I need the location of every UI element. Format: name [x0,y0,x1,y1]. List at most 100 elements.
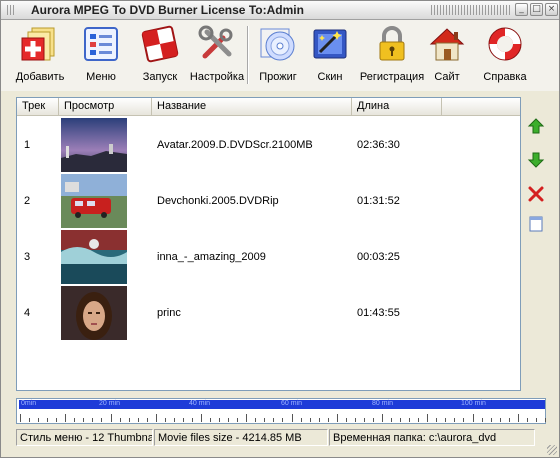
timeline-tick [391,418,393,422]
add-files-icon [21,27,55,61]
status-menu-style: Стиль меню - 12 Thumbnail [16,429,153,446]
skin-button[interactable]: Скин [305,22,355,88]
timeline-tick [418,418,420,422]
timeline-label: 80 min [372,400,394,407]
skin-icon [313,29,347,59]
column-header-preview[interactable]: Просмотр [59,98,152,115]
start-button[interactable]: Запуск [129,22,191,88]
track-length: 01:31:52 [357,195,400,207]
start-icon [141,25,179,63]
timeline-tick [318,418,320,422]
track-name: Avatar.2009.D.DVDScr.2100MB [157,139,313,151]
timeline-tick [83,418,85,422]
timeline-tick [463,418,465,422]
timeline-tick [201,414,202,422]
track-list[interactable]: Трек Просмотр Название Длина 1 Avatar.20… [16,97,521,391]
timeline-tick [526,418,528,422]
help-button-label: Справка [483,71,527,83]
timeline-tick [237,418,239,422]
home-icon [429,28,465,61]
resize-grip[interactable] [547,445,557,455]
timeline-tick [382,414,383,422]
menu-button-label: Меню [86,71,116,83]
timeline-tick [191,418,193,422]
timeline-tick [517,414,519,422]
timeline-tick [472,414,474,422]
timeline-tick [173,418,175,422]
column-header-name[interactable]: Название [152,98,352,115]
timeline-tick [345,418,347,422]
timeline-tick [327,418,329,422]
timeline-tick [544,418,546,422]
timeline-tick [508,418,510,422]
title-bar[interactable]: Aurora MPEG To DVD Burner License To:Adm… [1,1,559,20]
timeline-tick [282,418,284,422]
timeline-tick [436,418,438,422]
maximize-button[interactable]: □ [530,3,543,16]
timeline-tick [427,414,429,422]
menu-button[interactable]: Меню [71,22,131,88]
status-temp-folder: Временная папка: c:\aurora_dvd [329,429,535,446]
timeline-tick [309,418,311,422]
track-number: 3 [24,251,31,263]
start-button-label: Запуск [142,71,178,83]
timeline-tick [291,414,293,422]
timeline-tick [137,418,139,422]
timeline-tick [110,414,112,422]
timeline-tick [119,418,121,422]
list-header: Трек Просмотр Название Длина [17,98,520,116]
table-row[interactable]: 2 Devchonki.2005.DVDRip 01:31:52 [17,173,520,229]
table-row[interactable]: 4 princ 01:43:55 [17,285,520,341]
move-down-icon[interactable] [527,151,545,169]
column-header-track[interactable]: Трек [17,98,59,115]
skin-button-label: Скин [317,71,343,83]
timeline-tick [164,418,166,422]
delete-icon[interactable] [527,185,545,203]
thumbnail-image [61,118,127,172]
burn-button-label: Прожиг [259,71,297,83]
properties-icon[interactable] [527,215,545,233]
thumbnail-image [61,174,127,228]
timeline-label: 60 min [281,400,303,407]
timeline-tick [219,418,221,422]
timeline-label: 20 min [99,400,121,407]
register-button[interactable]: Регистрация [357,22,427,88]
timeline-tick [264,418,266,422]
main-window: Aurora MPEG To DVD Burner License To:Adm… [0,0,560,458]
track-length: 02:36:30 [357,139,400,151]
timeline-label: 40 min [189,400,211,407]
title-grip [7,5,15,15]
track-number: 4 [24,307,31,319]
close-button[interactable]: × [545,3,558,16]
timeline-tick [535,418,537,422]
help-button[interactable]: Справка [477,22,533,88]
add-button-label: Добавить [15,71,65,83]
burn-disc-icon [260,28,295,61]
timeline-tick [210,418,212,422]
timeline-label: 0min [21,400,37,407]
settings-button[interactable]: Настройка [189,22,245,88]
timeline-tick [155,414,157,422]
timeline[interactable]: 0min 20 min 40 min 60 min 80 min 100 min [16,398,546,424]
table-row[interactable]: 3 inna_-_amazing_2009 00:03:25 [17,229,520,285]
timeline-tick [400,418,402,422]
minimize-button[interactable]: _ [515,3,528,16]
title-grip-right [431,5,511,15]
timeline-tick [372,418,374,422]
track-length: 01:43:55 [357,307,400,319]
site-button[interactable]: Сайт [427,22,467,88]
timeline-tick [454,418,456,422]
timeline-tick [481,418,483,422]
menu-icon [84,27,118,61]
timeline-tick [300,418,302,422]
burn-button[interactable]: Прожиг [251,22,305,88]
timeline-tick [490,418,492,422]
timeline-tick [56,418,58,422]
timeline-tick [65,414,67,422]
move-up-icon[interactable] [527,117,545,135]
add-button[interactable]: Добавить [5,22,75,88]
table-row[interactable]: 1 Avatar.2009.D.DVDScr.2100MB 02:36:30 [17,117,520,173]
column-header-length[interactable]: Длина [352,98,442,115]
timeline-tick [409,418,411,422]
settings-icon [198,25,233,59]
